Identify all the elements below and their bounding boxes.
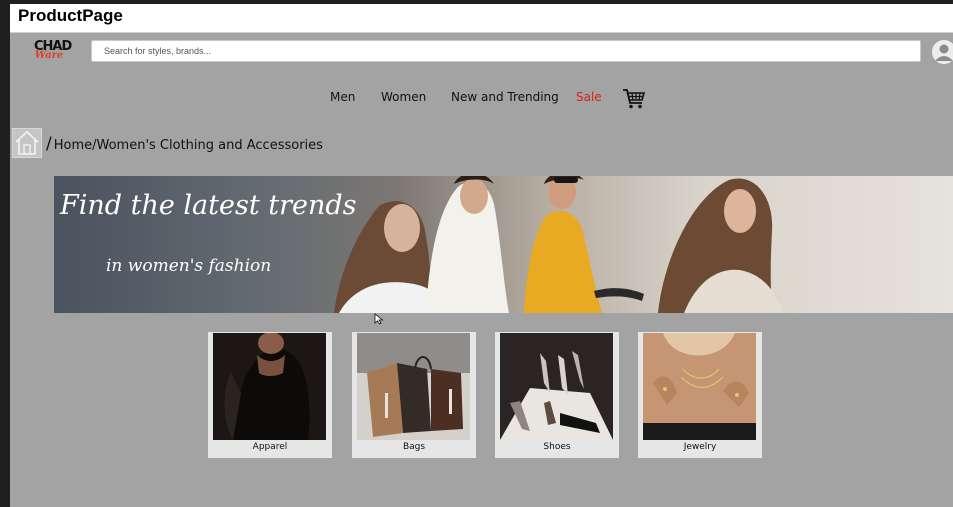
breadcrumb-path[interactable]: Home/Women's Clothing and Accessories xyxy=(54,138,323,153)
breadcrumb-separator: / xyxy=(46,134,52,154)
nav-item-new-and-trending[interactable]: New and Trending xyxy=(451,90,559,104)
category-label: Bags xyxy=(402,442,426,452)
mouse-cursor-icon xyxy=(374,310,384,325)
category-card-jewelry[interactable]: Jewelry xyxy=(638,332,762,458)
hero-banner[interactable]: Find the latest trends in women's fashio… xyxy=(54,176,953,313)
shopping-cart-icon[interactable] xyxy=(622,88,646,110)
category-label: Apparel xyxy=(252,442,288,452)
category-card-shoes[interactable]: Shoes xyxy=(495,332,619,458)
window-titlebar: ProductPage xyxy=(10,4,953,33)
window-title: ProductPage xyxy=(18,6,123,25)
brand-logo[interactable]: CHAD Ware xyxy=(34,40,72,68)
main-nav: Men Women New and Trending Sale xyxy=(10,88,953,110)
banner-subheadline: in women's fashion xyxy=(106,256,272,276)
nav-item-men[interactable]: Men xyxy=(330,90,355,104)
jewelry-image xyxy=(643,333,756,440)
nav-item-sale[interactable]: Sale xyxy=(576,90,602,104)
logo-bottom-text: Ware xyxy=(34,50,64,61)
home-icon[interactable] xyxy=(12,128,42,158)
search-input[interactable] xyxy=(91,40,921,62)
breadcrumb: / Home/Women's Clothing and Accessories xyxy=(46,134,323,154)
bags-image xyxy=(357,333,470,440)
user-avatar-icon[interactable] xyxy=(932,40,953,64)
shoes-image xyxy=(500,333,613,440)
app-window: ProductPage CHAD Ware Men Women New and … xyxy=(10,4,953,507)
nav-item-women[interactable]: Women xyxy=(381,90,426,104)
category-label: Jewelry xyxy=(683,442,717,452)
category-label: Shoes xyxy=(543,442,571,452)
category-card-apparel[interactable]: Apparel xyxy=(208,332,332,458)
banner-headline: Find the latest trends xyxy=(60,190,357,221)
apparel-image xyxy=(213,333,326,440)
category-card-bags[interactable]: Bags xyxy=(352,332,476,458)
